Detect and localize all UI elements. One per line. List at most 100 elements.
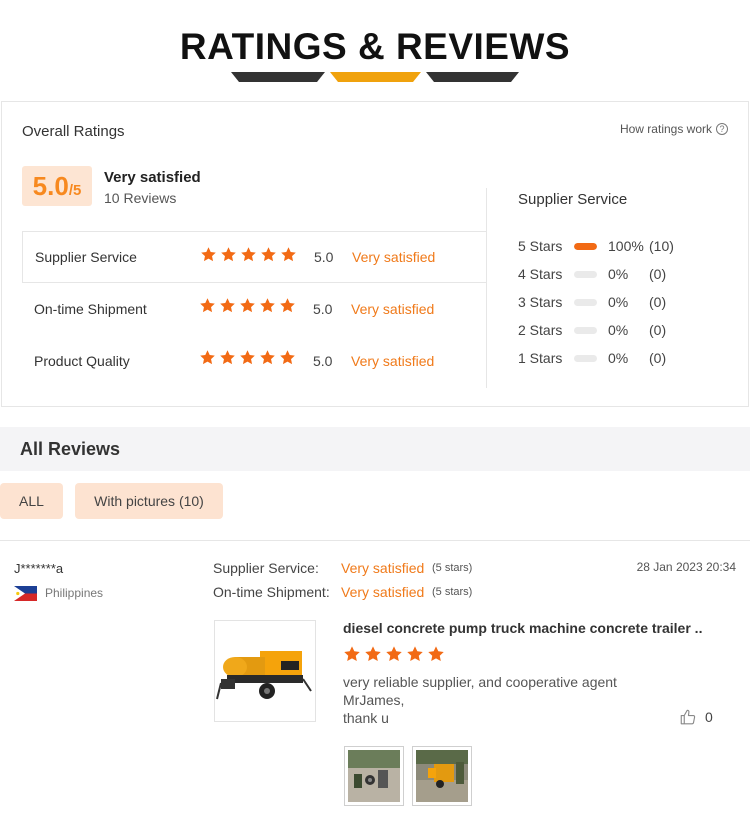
divider	[0, 540, 750, 541]
star-icon	[427, 645, 445, 663]
page-title: RATINGS & REVIEWS	[179, 26, 571, 67]
review-photo-thumbnail[interactable]	[344, 746, 404, 806]
category-stars	[199, 349, 296, 369]
distribution-percent: 100%	[608, 238, 644, 254]
all-reviews-title: All Reviews	[20, 439, 121, 459]
title-decoration	[231, 72, 519, 82]
meta-label: Supplier Service:	[213, 560, 319, 576]
star-icon	[239, 297, 256, 314]
star-icon	[239, 349, 256, 366]
distribution-count: (10)	[649, 238, 674, 254]
distribution-bar	[574, 298, 597, 306]
overall-ratings-label: Overall Ratings	[22, 123, 125, 140]
category-row-product-quality[interactable]: Product Quality 5.0 Very satisfied	[22, 335, 487, 387]
star-icon	[260, 246, 277, 263]
star-icon	[199, 297, 216, 314]
category-name: Product Quality	[34, 353, 130, 369]
review-line: very reliable supplier, and cooperative …	[343, 674, 617, 690]
star-icon	[259, 297, 276, 314]
score-label: Very satisfied	[104, 169, 201, 186]
product-title-link[interactable]: diesel concrete pump truck machine concr…	[343, 620, 703, 636]
star-icon	[219, 297, 236, 314]
distribution-count: (0)	[649, 322, 667, 338]
all-reviews-header: All Reviews	[0, 427, 750, 471]
star-icon	[385, 645, 403, 663]
distribution-count: (0)	[649, 350, 667, 366]
reviewer-country: Philippines	[45, 586, 104, 600]
star-icon	[259, 349, 276, 366]
category-row-supplier-service[interactable]: Supplier Service 5.0 Very satisfied	[22, 231, 487, 283]
reviewer-name: J*******a	[14, 561, 64, 576]
concrete-pump-image	[216, 651, 312, 700]
distribution-bar	[574, 354, 597, 362]
ratings-panel: Overall Ratings How ratings work ? 5.0 /…	[1, 101, 749, 407]
distribution-count: (0)	[649, 266, 667, 282]
star-icon	[199, 349, 216, 366]
distribution-bar	[574, 242, 597, 250]
like-button[interactable]: 0	[679, 708, 713, 726]
distribution-row-3: 3 Stars 0% (0)	[518, 292, 666, 312]
meta-value: Very satisfied	[341, 584, 425, 600]
distribution-label: 1 Stars	[518, 350, 563, 366]
meta-value: Very satisfied	[341, 560, 425, 576]
category-value: 5.0	[313, 301, 333, 317]
star-icon	[219, 349, 236, 366]
review-rating-stars	[343, 645, 445, 663]
category-name: Supplier Service	[35, 249, 137, 265]
product-image[interactable]	[214, 620, 316, 722]
review-photo-2	[416, 750, 468, 802]
filter-all-button[interactable]: ALL	[0, 483, 63, 519]
category-name: On-time Shipment	[34, 301, 147, 317]
review-body: very reliable supplier, and cooperative …	[343, 673, 617, 727]
distribution-row-1: 1 Stars 0% (0)	[518, 348, 666, 368]
review-line: MrJames,	[343, 692, 405, 708]
distribution-bar	[574, 270, 597, 278]
star-icon	[364, 645, 382, 663]
review-photo-thumbnail[interactable]	[412, 746, 472, 806]
how-ratings-work-link[interactable]: How ratings work ?	[620, 122, 728, 136]
review-line: thank u	[343, 710, 389, 726]
category-text: Very satisfied	[351, 301, 435, 317]
distribution-row-2: 2 Stars 0% (0)	[518, 320, 666, 340]
distribution-label: 4 Stars	[518, 266, 563, 282]
distribution-label: 2 Stars	[518, 322, 563, 338]
distribution-row-4: 4 Stars 0% (0)	[518, 264, 666, 284]
philippines-flag-icon	[14, 586, 37, 601]
category-row-on-time-shipment[interactable]: On-time Shipment 5.0 Very satisfied	[22, 283, 487, 335]
review-meta-supplier-service: Supplier Service: Very satisfied (5 star…	[213, 559, 472, 577]
star-icon	[406, 645, 424, 663]
filter-with-pictures-button[interactable]: With pictures (10)	[75, 483, 223, 519]
like-count: 0	[705, 709, 713, 725]
category-value: 5.0	[313, 353, 333, 369]
star-icon	[343, 645, 361, 663]
star-icon	[279, 349, 296, 366]
review-photo-1	[348, 750, 400, 802]
star-icon	[279, 297, 296, 314]
distribution-bar	[574, 326, 597, 334]
star-icon	[240, 246, 257, 263]
review-date: 28 Jan 2023 20:34	[636, 560, 736, 574]
category-text: Very satisfied	[351, 353, 435, 369]
review-meta-on-time-shipment: On-time Shipment: Very satisfied (5 star…	[213, 583, 472, 601]
score-badge: 5.0 /5	[22, 166, 92, 206]
distribution-percent: 0%	[608, 350, 629, 366]
distribution-label: 5 Stars	[518, 238, 563, 254]
category-value: 5.0	[314, 249, 334, 265]
meta-stars: (5 stars)	[432, 586, 473, 598]
category-text: Very satisfied	[352, 249, 436, 265]
distribution-row-5: 5 Stars 100% (10)	[518, 236, 674, 256]
how-ratings-work-text: How ratings work	[619, 122, 712, 136]
star-icon	[200, 246, 217, 263]
distribution-count: (0)	[649, 294, 667, 310]
meta-stars: (5 stars)	[432, 562, 473, 574]
score-suffix: /5	[68, 182, 82, 199]
distribution-percent: 0%	[608, 322, 629, 338]
star-icon	[220, 246, 237, 263]
distribution-title: Supplier Service	[518, 191, 628, 208]
review-count: 10 Reviews	[104, 190, 177, 206]
category-stars	[199, 297, 296, 317]
distribution-percent: 0%	[608, 266, 629, 282]
thumbs-up-icon	[680, 709, 696, 725]
distribution-label: 3 Stars	[518, 294, 563, 310]
distribution-percent: 0%	[608, 294, 629, 310]
